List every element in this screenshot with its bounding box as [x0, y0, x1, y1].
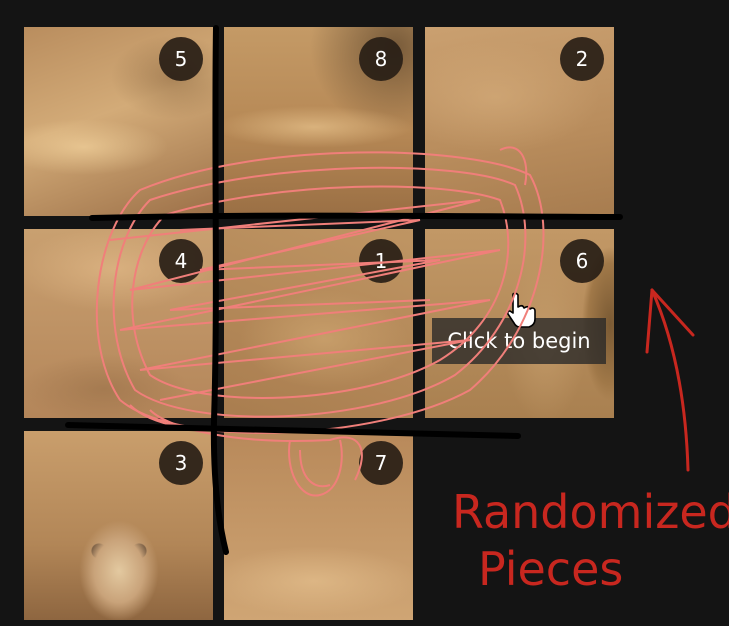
tile-number-badge: 2	[560, 37, 604, 81]
puzzle-tile-7[interactable]: 7	[224, 431, 413, 620]
tile-number-badge: 4	[159, 239, 203, 283]
tile-number-badge: 7	[359, 441, 403, 485]
puzzle-board: 5 8 2 4 1 6 3 7	[0, 0, 729, 626]
puzzle-tile-3[interactable]: 3	[24, 431, 213, 620]
puzzle-tile-1[interactable]: 1	[224, 229, 413, 418]
tile-number-badge: 8	[359, 37, 403, 81]
puzzle-tile-5[interactable]: 5	[24, 27, 213, 216]
tile-number-badge: 5	[159, 37, 203, 81]
tile-number-badge: 1	[359, 239, 403, 283]
puzzle-tile-4[interactable]: 4	[24, 229, 213, 418]
tile-number-badge: 3	[159, 441, 203, 485]
hand-pointer-icon	[506, 292, 536, 328]
empty-slot[interactable]	[425, 431, 614, 620]
puzzle-tile-8[interactable]: 8	[224, 27, 413, 216]
puzzle-tile-2[interactable]: 2	[425, 27, 614, 216]
tile-number-badge: 6	[560, 239, 604, 283]
